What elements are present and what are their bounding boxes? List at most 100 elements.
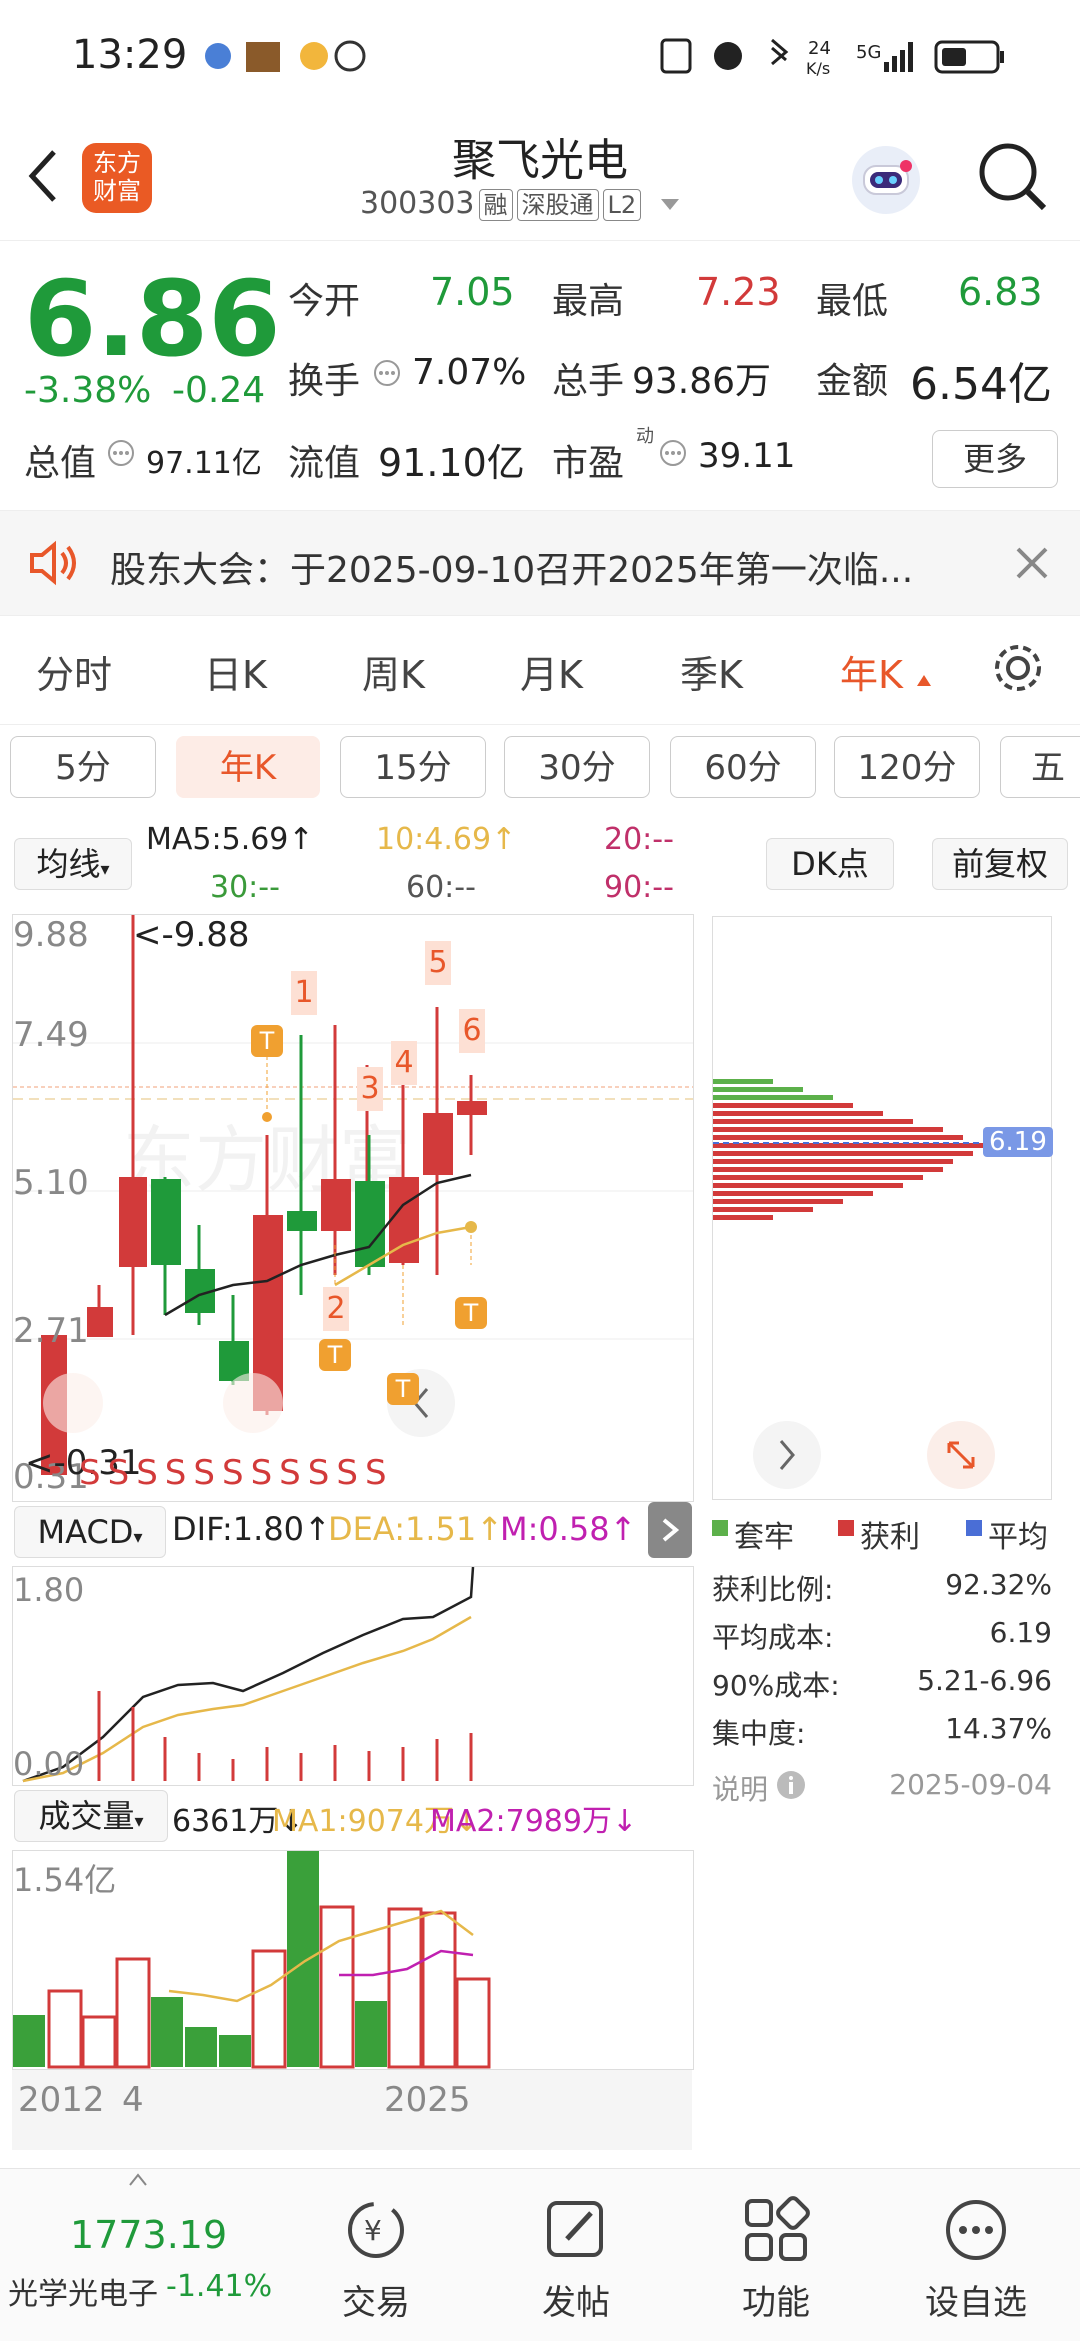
tab-intraday[interactable]: 分时 — [36, 644, 112, 699]
close-icon[interactable] — [1014, 545, 1050, 585]
axis-label-3: 5.10 — [13, 1163, 89, 1203]
nav-functions[interactable]: 功能 — [676, 2169, 876, 2341]
marker-2[interactable]: 2 — [323, 1287, 349, 1331]
svg-text:K/s: K/s — [806, 59, 830, 78]
stat-concentration-label: 集中度: — [712, 1717, 806, 1750]
current-price: 6.86 — [24, 258, 281, 380]
interval-pills: 5分 年K 15分 30分 60分 120分 五 — [0, 724, 1080, 814]
macd-select-label: MACD — [37, 1513, 134, 1551]
nav-trade-label: 交易 — [342, 2283, 410, 2323]
sector-index-name: 光学光电子 — [8, 2277, 158, 2312]
info-icon[interactable] — [106, 438, 136, 472]
more-button[interactable]: 更多 — [932, 430, 1058, 488]
marker-6[interactable]: 6 — [459, 1009, 485, 1053]
axis-mid: 4 — [122, 2080, 144, 2120]
t-badge[interactable]: T — [319, 1339, 351, 1371]
sector-index[interactable]: 1773.19 光学光电子 -1.41% — [0, 2169, 290, 2341]
svg-text:24: 24 — [808, 38, 831, 59]
t-badge[interactable]: T — [387, 1373, 419, 1405]
triangle-up-icon — [915, 653, 933, 697]
tab-year-k-label: 年K — [840, 653, 903, 697]
t-badge[interactable]: T — [251, 1025, 283, 1057]
volume-select[interactable]: 成交量▾ — [14, 1790, 168, 1842]
volume-top-label: 1.54亿 — [13, 1861, 117, 1899]
tab-month-k[interactable]: 月K — [520, 644, 583, 699]
s-badge-row: SSSSSSSSSSS — [79, 1453, 394, 1493]
nav-post[interactable]: 发帖 — [476, 2169, 676, 2341]
period-tabs: 分时 日K 周K 月K 季K 年K — [0, 614, 1080, 725]
macd-chart[interactable]: 1.80 0.00 — [12, 1566, 694, 1786]
ma-select[interactable]: 均线▾ — [14, 838, 132, 890]
macd-m: M:0.58↑ — [500, 1510, 637, 1548]
s-badge: S — [193, 1453, 222, 1493]
marker-3[interactable]: 3 — [357, 1067, 383, 1111]
chevron-down-icon — [659, 186, 681, 221]
tab-day-k[interactable]: 日K — [204, 644, 267, 699]
s-badge: S — [221, 1453, 251, 1493]
volume-ma2: MA2:7989万↓ — [430, 1804, 638, 1839]
pill-5min[interactable]: 5分 — [10, 736, 156, 798]
chip-bars — [713, 1079, 983, 1220]
marker-4[interactable]: 4 — [391, 1041, 417, 1085]
notice-text: 股东大会：于2025-09-10召开2025年第一次临... — [110, 550, 914, 591]
sector-index-change: -1.41% — [166, 2269, 273, 2304]
ma30-value: 30:-- — [210, 870, 280, 905]
max-price-label: <-9.88 — [133, 915, 250, 955]
volume-select-label: 成交量 — [38, 1797, 135, 1835]
pe-value: 39.11 — [698, 436, 796, 476]
pill-30min[interactable]: 30分 — [504, 736, 650, 798]
time-axis: 2012 4 2025 — [12, 2070, 692, 2150]
quote-panel: 6.86 -3.38% -0.24 今开 7.05 最高 7.23 最低 6.8… — [0, 240, 1080, 510]
tag-margin: 融 — [478, 189, 513, 221]
legend-trapped: 套牢 — [734, 1520, 794, 1555]
caret-down-icon: ▾ — [133, 1527, 143, 1548]
pill-more[interactable]: 五 — [1000, 736, 1080, 798]
adjust-button[interactable]: 前复权 — [932, 838, 1068, 890]
axis-label-4: 2.71 — [13, 1311, 89, 1351]
pill-60min[interactable]: 60分 — [670, 736, 816, 798]
t-badge[interactable]: T — [455, 1297, 487, 1329]
legend-swatch-trapped — [712, 1520, 728, 1536]
volume-label: 总手 — [552, 361, 625, 402]
macd-select[interactable]: MACD▾ — [14, 1506, 166, 1558]
yen-exchange-icon: ¥ — [348, 2202, 404, 2258]
gear-icon[interactable] — [990, 640, 1046, 700]
macd-dif: DIF:1.80↑ — [172, 1510, 331, 1548]
notice-bar[interactable]: 股东大会：于2025-09-10召开2025年第一次临... — [0, 510, 1080, 616]
chip-distribution-chart[interactable]: 6.19 — [712, 916, 1053, 1500]
robot-assistant-icon[interactable] — [846, 140, 926, 224]
ma10-value: 10:4.69↑ — [376, 822, 517, 857]
nav-add-watchlist[interactable]: 设自选 — [876, 2169, 1076, 2341]
stock-code-row[interactable]: 300303 融深股通 L2 — [360, 186, 681, 221]
stat-90-cost-label: 90%成本: — [712, 1669, 840, 1702]
volume-chart[interactable]: 1.54亿 — [12, 1850, 694, 2070]
macd-top-label: 1.80 — [13, 1571, 85, 1609]
info-icon[interactable] — [776, 1770, 806, 1804]
s-badge: S — [79, 1453, 108, 1493]
nav-trade[interactable]: ¥ 交易 — [276, 2169, 476, 2341]
open-label: 今开 — [288, 281, 361, 322]
pill-120min[interactable]: 120分 — [834, 736, 980, 798]
mktcap-label: 总值 — [24, 443, 97, 484]
tab-year-k[interactable]: 年K — [840, 644, 933, 699]
chip-date: 2025-09-04 — [889, 1768, 1052, 1801]
axis-year-start: 2012 — [18, 2080, 105, 2120]
kline-chart[interactable]: 东方财富 9.88 7.49 5.10 2.71 0.31 <-9.88 <-0… — [12, 914, 694, 1502]
pill-year-k[interactable]: 年K — [176, 736, 320, 798]
tab-quarter-k[interactable]: 季K — [680, 644, 743, 699]
chip-note-label[interactable]: 说明 — [712, 1768, 768, 1808]
expand-right-button[interactable] — [648, 1502, 692, 1558]
search-icon[interactable] — [976, 140, 1048, 216]
marker-1[interactable]: 1 — [291, 971, 317, 1015]
dk-point-button[interactable]: DK点 — [766, 838, 894, 890]
marker-5[interactable]: 5 — [425, 941, 451, 985]
tab-week-k[interactable]: 周K — [362, 644, 425, 699]
macd-dea: DEA:1.51↑ — [328, 1510, 504, 1548]
pill-15min[interactable]: 15分 — [340, 736, 486, 798]
ma60-value: 60:-- — [406, 870, 476, 905]
tag-connect: 深股通 — [516, 189, 599, 221]
info-icon[interactable] — [658, 438, 688, 472]
info-icon[interactable] — [372, 358, 402, 392]
nav-functions-label: 功能 — [742, 2283, 810, 2323]
svg-text:¥: ¥ — [364, 2214, 382, 2247]
